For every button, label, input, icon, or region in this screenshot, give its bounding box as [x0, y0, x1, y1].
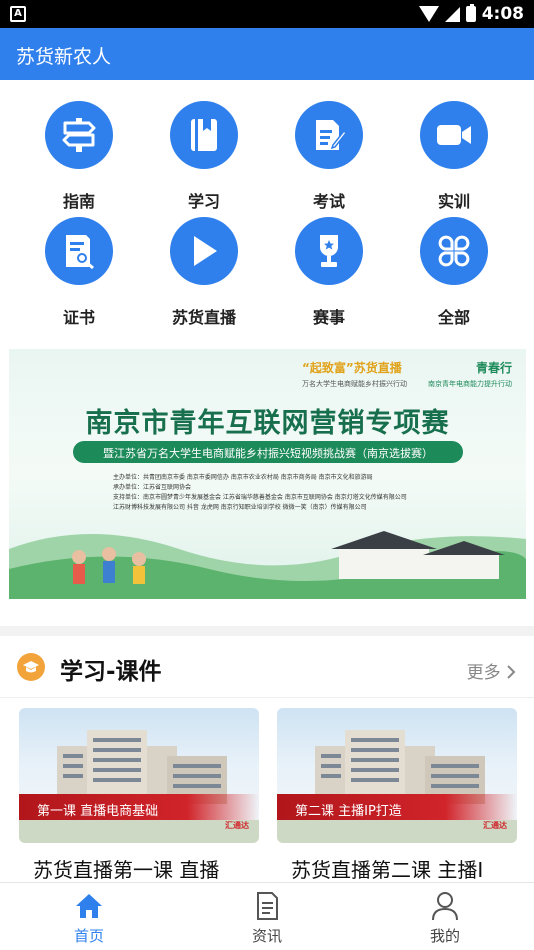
course-thumbnail: 第一课 直播电商基础 汇通达	[19, 708, 259, 843]
banner-info: 主办单位：共青团南京市委 南京市委网信办 南京市农业农村局 南京市商务局 南京市…	[113, 473, 453, 513]
nav-label: 首页	[73, 927, 104, 945]
menu-label: 学习	[187, 192, 220, 211]
section-title: 学习-课件	[60, 659, 162, 685]
banner-info-line: 承办单位：江苏省互联网协会	[113, 484, 192, 491]
banner-brand-left: “起致富”苏货直播	[302, 361, 402, 375]
app-bar: 苏货新农人	[0, 28, 534, 80]
signpost-icon	[45, 101, 113, 169]
battery-icon	[465, 4, 476, 22]
status-right: 4:08	[418, 4, 524, 24]
nav-label: 我的	[429, 927, 460, 945]
promo-banner[interactable]: “起致富”苏货直播 青春行 万名大学生电商赋能乡村振兴行动 南京青年电商能力提升…	[9, 349, 526, 599]
menu-label: 考试	[312, 192, 345, 211]
home-icon	[76, 894, 102, 918]
menu-item-live[interactable]: 苏货直播	[149, 212, 259, 327]
banner-title: 南京市青年互联网营销专项赛	[85, 408, 450, 439]
banner-subtitle: 暨江苏省万名大学生电商赋能乡村振兴短视频挑战赛（南京选拔赛）	[103, 447, 433, 460]
book-icon	[170, 101, 238, 169]
signal-icon	[444, 6, 460, 22]
section-divider	[0, 626, 534, 636]
menu-label: 赛事	[312, 308, 345, 327]
building-illustration	[315, 730, 485, 804]
menu-label: 指南	[62, 192, 95, 211]
app-title: 苏货新农人	[16, 46, 112, 68]
trophy-icon	[295, 217, 363, 285]
nav-label: 资讯	[251, 927, 282, 945]
menu-label: 全部	[437, 308, 470, 327]
play-icon	[170, 217, 238, 285]
menu-item-contest[interactable]: 赛事	[274, 212, 384, 327]
status-bar: A 4:08	[0, 0, 534, 28]
banner-info-line: 支持单位：南京市圆梦青少年发展基金会 江苏省瑞华慈善基金会 南京市互联网协会 南…	[113, 494, 407, 501]
course-thumb-text: 第一课 直播电商基础	[37, 804, 159, 819]
menu-label: 实训	[437, 192, 470, 211]
course-thumbnail: 第二课 主播IP打造 汇通达	[277, 708, 517, 843]
menu-item-study[interactable]: 学习	[149, 96, 259, 211]
menu-item-certificate[interactable]: 证书	[24, 212, 134, 327]
course-title: 苏货直播第一课 直播	[33, 858, 220, 882]
video-camera-icon	[420, 101, 488, 169]
banner-brands: “起致富”苏货直播 青春行 万名大学生电商赋能乡村振兴行动 南京青年电商能力提升…	[302, 357, 512, 393]
notification-icon: A	[10, 6, 26, 22]
course-thumb-text: 第二课 主播IP打造	[295, 804, 402, 819]
banner-brand-right-sub: 南京青年电商能力提升行动	[428, 380, 512, 388]
banner-illustration	[9, 531, 526, 599]
news-icon	[257, 892, 278, 920]
wifi-icon	[418, 6, 439, 22]
banner-brand-right: 青春行	[475, 361, 512, 375]
building-illustration	[57, 730, 227, 804]
more-link[interactable]: 更多	[467, 658, 516, 683]
status-time: 4:08	[481, 4, 524, 24]
bottom-nav: 首页 资讯 我的	[0, 882, 534, 950]
chevron-right-icon	[507, 665, 516, 679]
course-card[interactable]: 第二课 主播IP打造 汇通达 苏货直播第二课 主播I	[277, 708, 517, 882]
nav-news[interactable]: 资讯	[178, 883, 356, 950]
exam-icon	[295, 101, 363, 169]
course-ground	[277, 820, 517, 843]
menu-item-guide[interactable]: 指南	[24, 96, 134, 211]
banner-info-line: 主办单位：共青团南京市委 南京市委网信办 南京市农业农村局 南京市商务局 南京市…	[113, 474, 373, 481]
user-icon	[432, 892, 458, 921]
banner-subtitle-pill: 暨江苏省万名大学生电商赋能乡村振兴短视频挑战赛（南京选拔赛）	[73, 441, 463, 463]
nav-home[interactable]: 首页	[0, 883, 178, 950]
menu-grid: 指南 学习 考试 实训 证书 苏货直播 赛事 全部	[0, 96, 534, 336]
section-header: 学习-课件 更多	[0, 636, 534, 698]
course-strip: 第二课 主播IP打造	[277, 794, 517, 820]
menu-item-exam[interactable]: 考试	[274, 96, 384, 211]
course-strip: 第一课 直播电商基础	[19, 794, 259, 820]
certificate-icon	[45, 217, 113, 285]
course-card[interactable]: 第一课 直播电商基础 汇通达 苏货直播第一课 直播	[19, 708, 259, 882]
grid-all-icon	[420, 217, 488, 285]
screen: A 4:08 苏货新农人 指南 学习 考试 实训 证书 苏货直播 赛事 全部 “…	[0, 0, 534, 950]
menu-item-all[interactable]: 全部	[399, 212, 509, 327]
more-label: 更多	[466, 663, 501, 683]
course-logo: 汇通达	[225, 821, 249, 830]
banner-brand-left-sub: 万名大学生电商赋能乡村振兴行动	[302, 380, 407, 388]
menu-label: 证书	[62, 308, 95, 327]
course-ground	[19, 820, 259, 843]
graduation-cap-icon	[17, 653, 45, 681]
course-logo: 汇通达	[483, 821, 507, 830]
menu-label: 苏货直播	[171, 308, 236, 327]
menu-item-training[interactable]: 实训	[399, 96, 509, 211]
nav-profile[interactable]: 我的	[356, 883, 534, 950]
course-title: 苏货直播第二课 主播I	[291, 858, 484, 882]
